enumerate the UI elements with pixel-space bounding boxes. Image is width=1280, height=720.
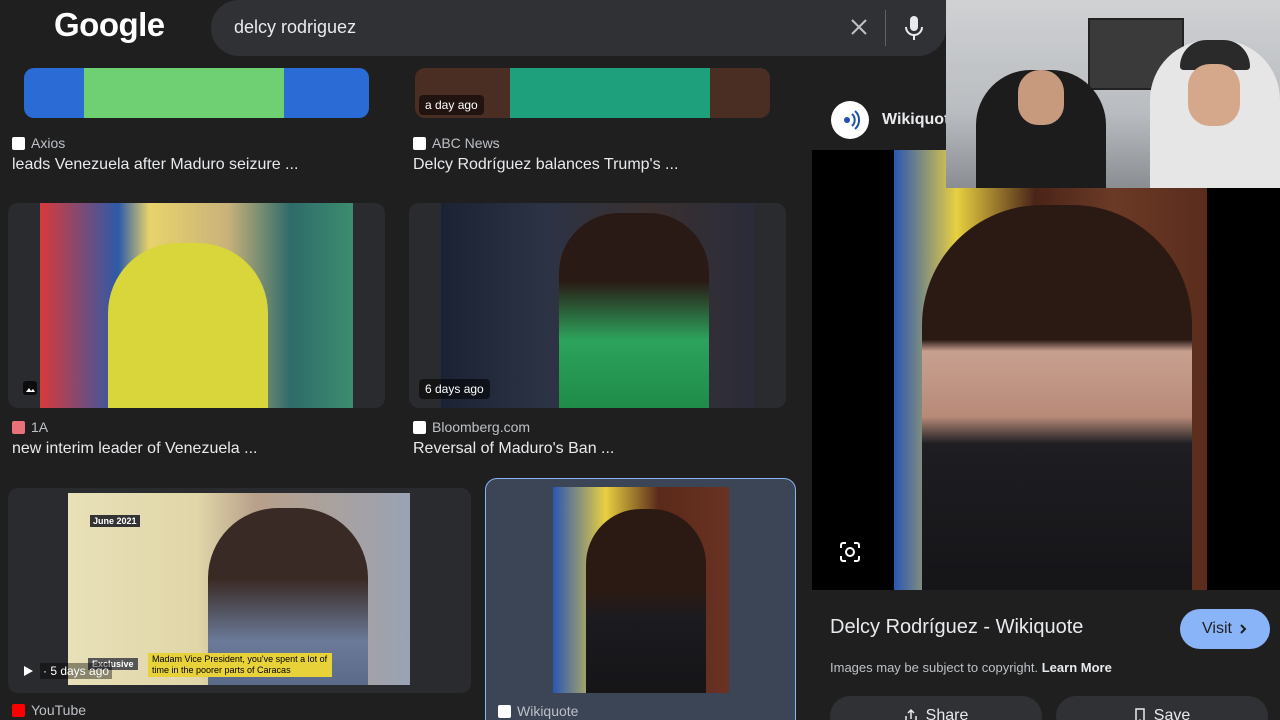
video-tag: June 2021 (90, 515, 140, 527)
result-title-1[interactable]: leads Venezuela after Maduro seizure ... (12, 156, 298, 174)
date-badge: a day ago (419, 95, 484, 115)
webcam-overlay (946, 0, 1280, 188)
search-bar[interactable]: delcy rodriguez (211, 0, 946, 56)
result-source-3[interactable]: 1A (12, 419, 48, 435)
result-image-1[interactable] (24, 68, 369, 118)
youtube-icon (12, 703, 25, 717)
result-source-2[interactable]: ABC News (413, 135, 500, 151)
save-button[interactable]: Save (1056, 696, 1268, 720)
video-duration: · 5 days ago (22, 663, 113, 679)
person-yellow-shirt (108, 243, 268, 408)
result-source-1[interactable]: Axios (12, 135, 65, 151)
source-label: 1A (31, 419, 49, 435)
person-pearl-necklace (586, 509, 706, 693)
date-badge: 6 days ago (419, 379, 490, 399)
divider (885, 10, 886, 46)
save-label: Save (1153, 707, 1191, 720)
date-badge: · 5 days ago (40, 663, 113, 679)
person-green-top (510, 68, 710, 118)
share-icon (904, 708, 917, 720)
result-image-5[interactable]: June 2021 Exclusive Madam Vice President… (8, 488, 471, 693)
result-title-4[interactable]: Reversal of Maduro's Ban ... (413, 440, 614, 458)
google-logo[interactable]: Google (54, 6, 165, 44)
person-right (1150, 40, 1280, 188)
abc-news-icon (413, 136, 426, 150)
person-green-jacket (84, 68, 284, 118)
video-subtitle: Madam Vice President, you've spent a lot… (148, 653, 332, 677)
result-source-4[interactable]: Bloomberg.com (413, 419, 530, 435)
close-icon[interactable] (847, 15, 871, 39)
source-label: Axios (31, 135, 66, 151)
search-input[interactable]: delcy rodriguez (234, 17, 356, 38)
result-image-4[interactable] (409, 203, 786, 408)
result-title-2[interactable]: Delcy Rodríguez balances Trump's ... (413, 156, 678, 174)
google-lens-icon[interactable] (838, 540, 862, 564)
result-image-3[interactable] (8, 203, 385, 408)
result-image-6-selected[interactable]: Wikiquote (485, 478, 796, 720)
visit-label: Visit (1202, 620, 1232, 637)
source-label: Wikiquote (517, 703, 579, 719)
wikiquote-logo-icon (831, 101, 869, 139)
bookmark-icon (1135, 708, 1145, 720)
source-label: YouTube (31, 702, 87, 718)
face (1018, 70, 1064, 125)
play-icon (24, 666, 33, 676)
share-label: Share (925, 707, 969, 720)
bloomberg-icon (413, 420, 426, 434)
preview-image[interactable] (812, 150, 1280, 590)
microphone-icon[interactable] (903, 14, 925, 42)
person-portrait (922, 205, 1192, 590)
face (1188, 64, 1240, 126)
panel-title[interactable]: Delcy Rodríguez - Wikiquote (830, 616, 1083, 639)
share-button[interactable]: Share (830, 696, 1042, 720)
visit-button[interactable]: Visit (1180, 609, 1270, 649)
copyright-text: Images may be subject to copyright. (830, 660, 1039, 675)
result-title-3[interactable]: new interim leader of Venezuela ... (12, 440, 257, 458)
image-icon (23, 381, 37, 395)
wikiquote-icon (498, 704, 511, 718)
source-label: Bloomberg.com (432, 419, 531, 435)
learn-more-link[interactable]: Learn More (1042, 660, 1112, 675)
1a-icon (12, 420, 25, 434)
person-left (976, 70, 1106, 188)
person-green-dress (559, 213, 709, 408)
chevron-right-icon (1240, 624, 1247, 634)
copyright-note: Images may be subject to copyright. Lear… (830, 660, 1112, 675)
result-source-5[interactable]: YouTube (12, 702, 86, 718)
result-source-6[interactable]: Wikiquote (498, 703, 578, 719)
source-label: ABC News (432, 135, 500, 151)
axios-icon (12, 136, 25, 150)
